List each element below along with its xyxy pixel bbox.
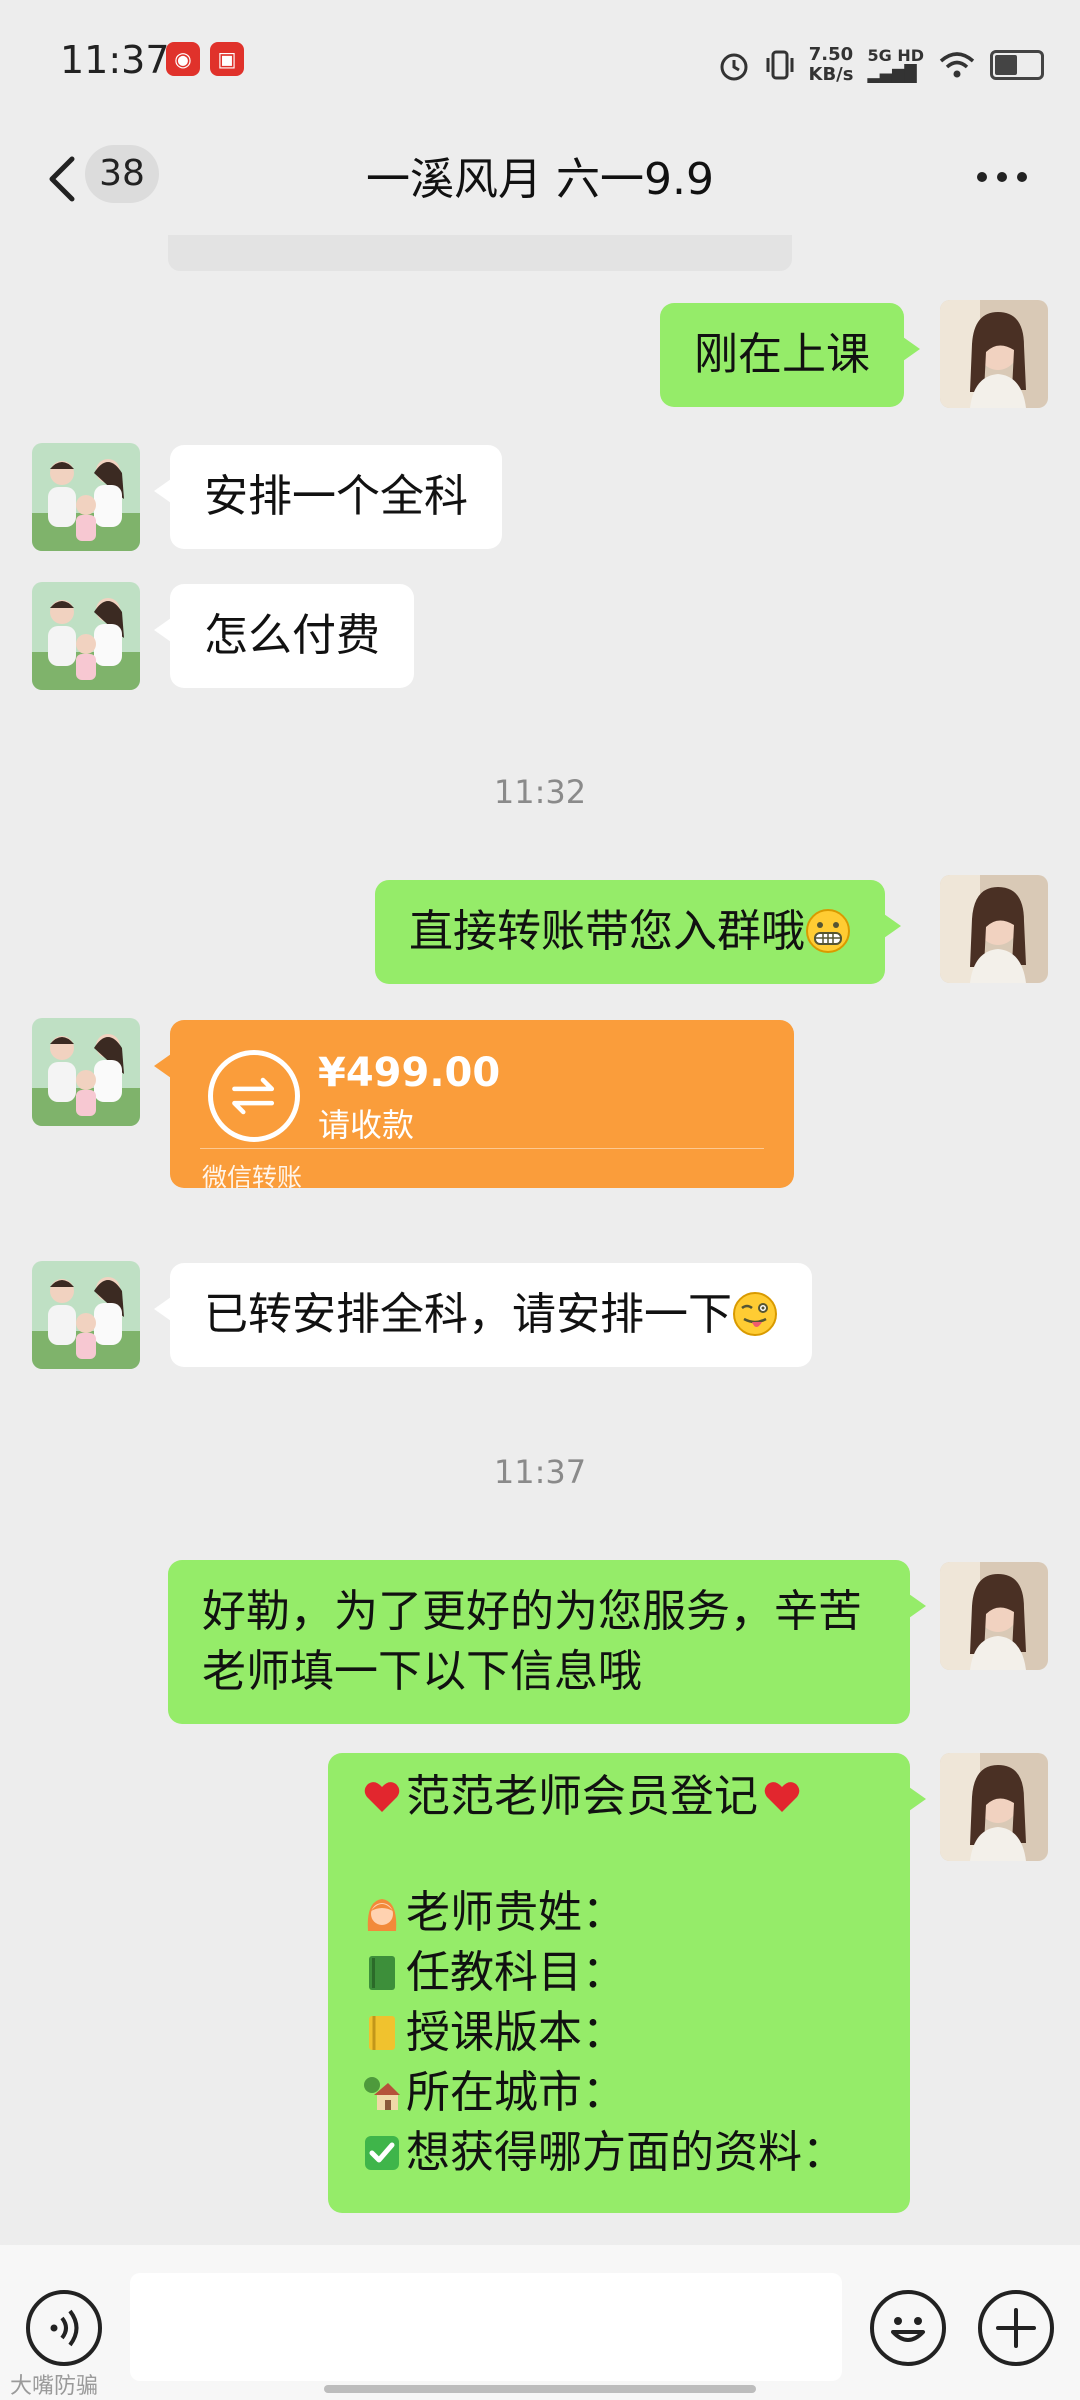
form-field: 所在城市： — [362, 2063, 876, 2123]
status-icons: 7.50 KB/s 5G HD ▂▄▆█ — [717, 40, 1044, 90]
wifi-icon — [939, 52, 975, 78]
contact-avatar[interactable] — [32, 582, 140, 690]
message-input[interactable] — [130, 2273, 842, 2381]
message-timestamp: 11:32 — [493, 773, 587, 811]
form-field: 任教科目： — [362, 1943, 876, 2003]
message-bubble[interactable]: 直接转账带您入群哦 — [375, 880, 901, 984]
form-field: 想获得哪方面的资料： — [362, 2123, 876, 2183]
chat-title: 一溪风月 六一9.9 — [366, 154, 714, 205]
my-avatar[interactable] — [940, 1562, 1048, 1670]
transfer-label: 微信转账 — [202, 1163, 303, 1192]
message-bubble[interactable]: 怎么付费 — [154, 584, 414, 688]
status-bar: 11:37 ◉ ▣ 7.50 KB/s 5G HD ▂▄▆█ — [0, 0, 1080, 125]
grin-emoji — [806, 909, 850, 953]
emoji-icon[interactable] — [870, 2290, 946, 2366]
divider — [200, 1148, 764, 1149]
contact-avatar[interactable] — [32, 1261, 140, 1369]
message-bubble[interactable]: 已转安排全科，请安排一下 — [154, 1263, 812, 1367]
home-indicator[interactable] — [324, 2385, 756, 2393]
plus-icon[interactable] — [978, 2290, 1054, 2366]
app-notification-icon: ▣ — [210, 42, 244, 76]
status-time: 11:37 — [60, 38, 170, 82]
woman-emoji — [367, 1899, 397, 1931]
form-field: 老师贵姓： — [362, 1883, 876, 1943]
heart-icon — [764, 1782, 800, 1812]
check-mark-emoji — [365, 2136, 399, 2170]
my-avatar[interactable] — [940, 1753, 1048, 1861]
transfer-icon — [208, 1050, 300, 1142]
watermark: 大嘴防骗 — [10, 2374, 99, 2399]
battery-icon — [990, 50, 1044, 80]
more-icon[interactable] — [972, 157, 1032, 197]
registration-form-message[interactable]: 范范老师会员登记 老师贵姓： 任教科目： 授课版本： 所在城市： 想获得哪方面的… — [328, 1753, 926, 2213]
my-avatar[interactable] — [940, 875, 1048, 983]
transfer-status: 请收款 — [318, 1106, 415, 1144]
chat-header: 38 一溪风月 六一9.9 — [0, 125, 1080, 235]
message-line: 老师填一下以下信息哦 — [202, 1646, 642, 1697]
net-speed: 7.50 KB/s — [808, 44, 854, 85]
message-bubble[interactable]: 安排一个全科 — [154, 445, 502, 549]
heart-icon — [364, 1782, 400, 1812]
form-title: 范范老师会员登记 — [362, 1767, 876, 1827]
house-emoji — [364, 2077, 400, 2110]
wink-tongue-emoji — [733, 1292, 777, 1336]
ledger-emoji — [369, 2016, 395, 2050]
message-list[interactable]: 刚在上课 安排一个全科 怎么付费 11:32 直接转账带您入群哦 ¥499.00… — [0, 235, 1080, 2245]
transfer-amount: ¥499.00 — [318, 1050, 501, 1096]
signal-icon: 5G HD ▂▄▆█ — [867, 46, 924, 83]
vibrate-icon — [766, 50, 794, 80]
message-bubble[interactable]: 刚在上课 — [660, 303, 920, 407]
cropped-message-card[interactable] — [168, 235, 792, 271]
message-line: 好勒，为了更好的为您服务，辛苦 — [202, 1586, 862, 1637]
input-bar — [0, 2245, 1080, 2400]
contact-avatar[interactable] — [32, 443, 140, 551]
message-timestamp: 11:37 — [493, 1453, 587, 1491]
app-notification-icon: ◉ — [166, 42, 200, 76]
form-field: 授课版本： — [362, 2003, 876, 2063]
message-bubble[interactable]: 好勒，为了更好的为您服务，辛苦 老师填一下以下信息哦 — [168, 1560, 926, 1724]
contact-avatar[interactable] — [32, 1018, 140, 1126]
green-book-emoji — [369, 1956, 395, 1990]
voice-icon[interactable] — [26, 2290, 102, 2366]
alarm-icon — [720, 53, 748, 81]
transfer-card[interactable]: ¥499.00 请收款 微信转账 — [154, 1020, 794, 1192]
my-avatar[interactable] — [940, 300, 1048, 408]
